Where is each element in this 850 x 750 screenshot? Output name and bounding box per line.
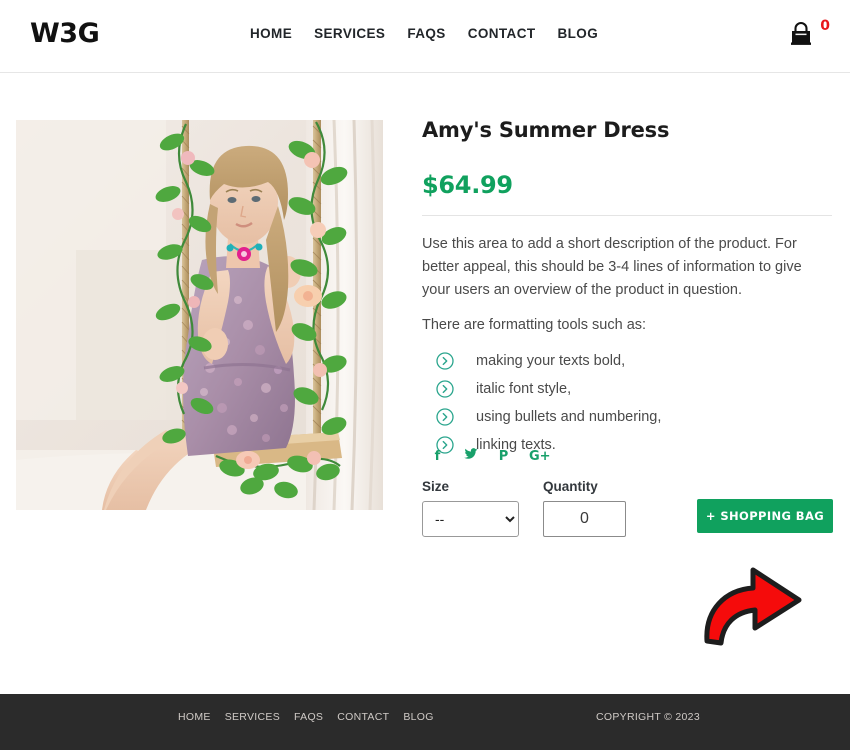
list-item: making your texts bold, xyxy=(422,347,834,375)
product-description: Use this area to add a short description… xyxy=(422,236,802,298)
footer-nav-item-home[interactable]: HOME xyxy=(178,711,211,723)
footer-nav-item-services[interactable]: SERVICES xyxy=(225,711,280,723)
site-header: W3G HOME SERVICES FAQS CONTACT BLOG 0 xyxy=(0,0,850,73)
pinterest-icon[interactable]: P xyxy=(496,449,511,464)
product-price: $64.99 xyxy=(422,171,513,199)
cart-button[interactable]: 0 xyxy=(786,18,832,54)
google-plus-icon[interactable]: G+ xyxy=(529,449,551,464)
nav-item-blog[interactable]: BLOG xyxy=(558,26,599,41)
nav-item-contact[interactable]: CONTACT xyxy=(468,26,536,41)
feature-label: italic font style, xyxy=(476,381,572,397)
main-navigation: HOME SERVICES FAQS CONTACT BLOG xyxy=(250,26,598,41)
red-arrow-annotation xyxy=(695,548,810,653)
chevron-right-circle-icon xyxy=(436,352,454,370)
size-select[interactable]: -- xyxy=(422,501,519,537)
cart-count-badge: 0 xyxy=(820,18,830,34)
social-share-row: f P G+ xyxy=(430,448,551,464)
nav-item-faqs[interactable]: FAQS xyxy=(407,26,445,41)
footer-nav-item-contact[interactable]: CONTACT xyxy=(337,711,389,723)
quantity-field-group: Quantity xyxy=(543,479,626,537)
facebook-icon[interactable]: f xyxy=(430,449,445,464)
product-image[interactable] xyxy=(16,120,383,510)
quantity-input[interactable] xyxy=(543,501,626,537)
footer-nav-item-blog[interactable]: BLOG xyxy=(403,711,433,723)
size-label: Size xyxy=(422,479,450,494)
site-footer: HOME SERVICES FAQS CONTACT BLOG COPYRIGH… xyxy=(0,694,850,750)
formatting-intro: There are formatting tools such as: xyxy=(422,316,647,333)
site-logo[interactable]: W3G xyxy=(30,18,100,49)
nav-item-services[interactable]: SERVICES xyxy=(314,26,385,41)
feature-label: using bullets and numbering, xyxy=(476,409,662,425)
footer-nav-item-faqs[interactable]: FAQS xyxy=(294,711,323,723)
size-field-group: Size -- xyxy=(422,479,519,537)
chevron-right-circle-icon xyxy=(436,408,454,426)
footer-navigation: HOME SERVICES FAQS CONTACT BLOG xyxy=(178,711,434,723)
feature-list: making your texts bold, italic font styl… xyxy=(422,347,834,459)
product-photo xyxy=(16,120,383,510)
feature-label: making your texts bold, xyxy=(476,353,626,369)
chevron-right-circle-icon xyxy=(436,380,454,398)
nav-item-home[interactable]: HOME xyxy=(250,26,292,41)
curved-arrow-icon xyxy=(704,567,802,646)
product-details: Amy's Summer Dress $64.99 Use this area … xyxy=(422,118,834,475)
copyright-text: COPYRIGHT © 2023 xyxy=(596,711,700,723)
list-item: italic font style, xyxy=(422,375,834,403)
product-title: Amy's Summer Dress xyxy=(422,118,670,142)
quantity-label: Quantity xyxy=(543,479,598,494)
shopping-bag-icon xyxy=(791,22,811,45)
twitter-icon[interactable] xyxy=(463,448,478,464)
add-to-shopping-bag-button[interactable]: + SHOPPING BAG xyxy=(697,499,833,533)
price-divider xyxy=(422,215,832,216)
list-item: using bullets and numbering, xyxy=(422,403,834,431)
